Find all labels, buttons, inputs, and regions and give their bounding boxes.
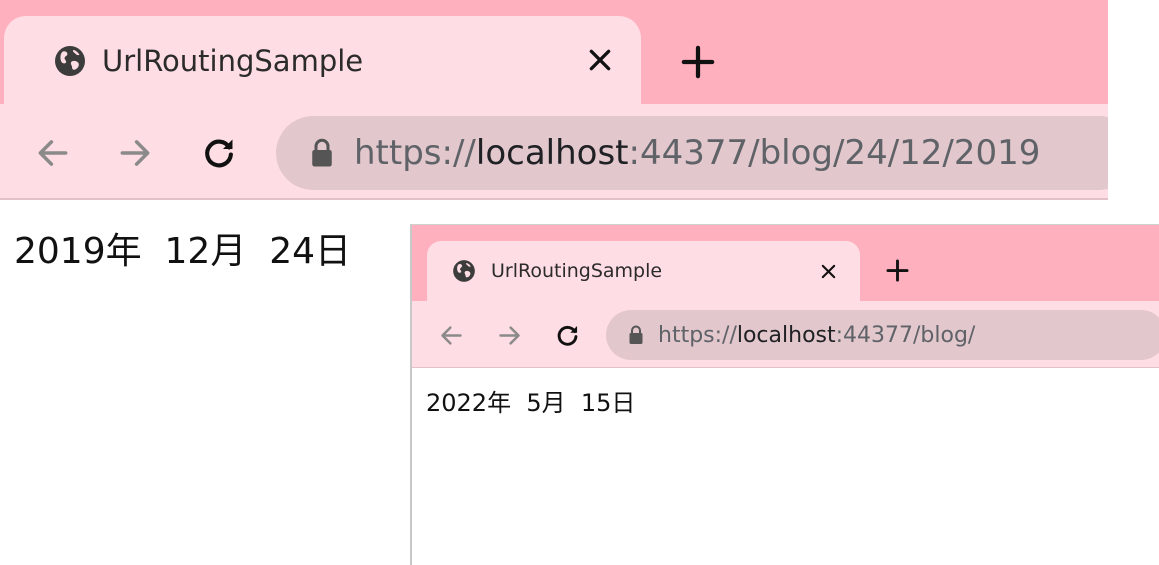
close-icon bbox=[821, 264, 835, 278]
close-icon bbox=[589, 49, 611, 71]
forward-button[interactable] bbox=[112, 130, 158, 176]
reload-button[interactable] bbox=[196, 130, 242, 176]
tab-urlroutingsample[interactable]: UrlRoutingSample bbox=[427, 241, 860, 301]
toolbar-divider bbox=[0, 198, 1108, 200]
browser-window-secondary: UrlRoutingSample https://localhost:44377… bbox=[410, 224, 1159, 565]
browser-toolbar: https://localhost:44377/blog/24/12/2019 bbox=[0, 104, 1108, 198]
back-button[interactable] bbox=[434, 319, 468, 351]
globe-icon bbox=[451, 258, 477, 284]
url-text[interactable]: https://localhost:44377/blog/24/12/2019 bbox=[354, 133, 1040, 173]
reload-icon bbox=[205, 139, 233, 168]
new-tab-button[interactable] bbox=[882, 255, 912, 285]
plus-icon bbox=[885, 258, 909, 282]
back-arrow-icon bbox=[440, 325, 462, 345]
tab-strip: UrlRoutingSample bbox=[412, 225, 1159, 301]
page-date-text-1: 2019年 12月 24日 bbox=[14, 231, 352, 272]
tab-urlroutingsample[interactable]: UrlRoutingSample bbox=[4, 16, 641, 112]
forward-arrow-icon bbox=[498, 325, 520, 345]
new-tab-button[interactable] bbox=[676, 40, 720, 84]
back-button[interactable] bbox=[30, 130, 76, 176]
lock-icon[interactable] bbox=[628, 325, 644, 345]
reload-icon bbox=[557, 325, 577, 346]
address-bar[interactable]: https://localhost:44377/blog/24/12/2019 bbox=[276, 116, 1108, 190]
plus-icon bbox=[681, 45, 715, 79]
globe-icon bbox=[52, 43, 88, 79]
forward-button[interactable] bbox=[492, 319, 526, 351]
browser-toolbar: https://localhost:44377/blog/ bbox=[412, 301, 1159, 368]
tab-close-button[interactable] bbox=[815, 258, 841, 284]
page-date-text-2: 2022年 5月 15日 bbox=[426, 389, 636, 417]
tab-title: UrlRoutingSample bbox=[491, 260, 663, 282]
address-bar[interactable]: https://localhost:44377/blog/ bbox=[606, 310, 1159, 360]
tab-strip: UrlRoutingSample bbox=[0, 0, 1108, 112]
forward-arrow-icon bbox=[120, 140, 150, 166]
lock-icon[interactable] bbox=[310, 138, 334, 168]
browser-window-main: UrlRoutingSample https://localhost:44377… bbox=[0, 0, 1108, 200]
url-text[interactable]: https://localhost:44377/blog/ bbox=[658, 323, 975, 348]
tab-title: UrlRoutingSample bbox=[102, 44, 364, 78]
back-arrow-icon bbox=[38, 140, 68, 166]
tab-close-button[interactable] bbox=[582, 42, 618, 78]
reload-button[interactable] bbox=[550, 319, 584, 351]
